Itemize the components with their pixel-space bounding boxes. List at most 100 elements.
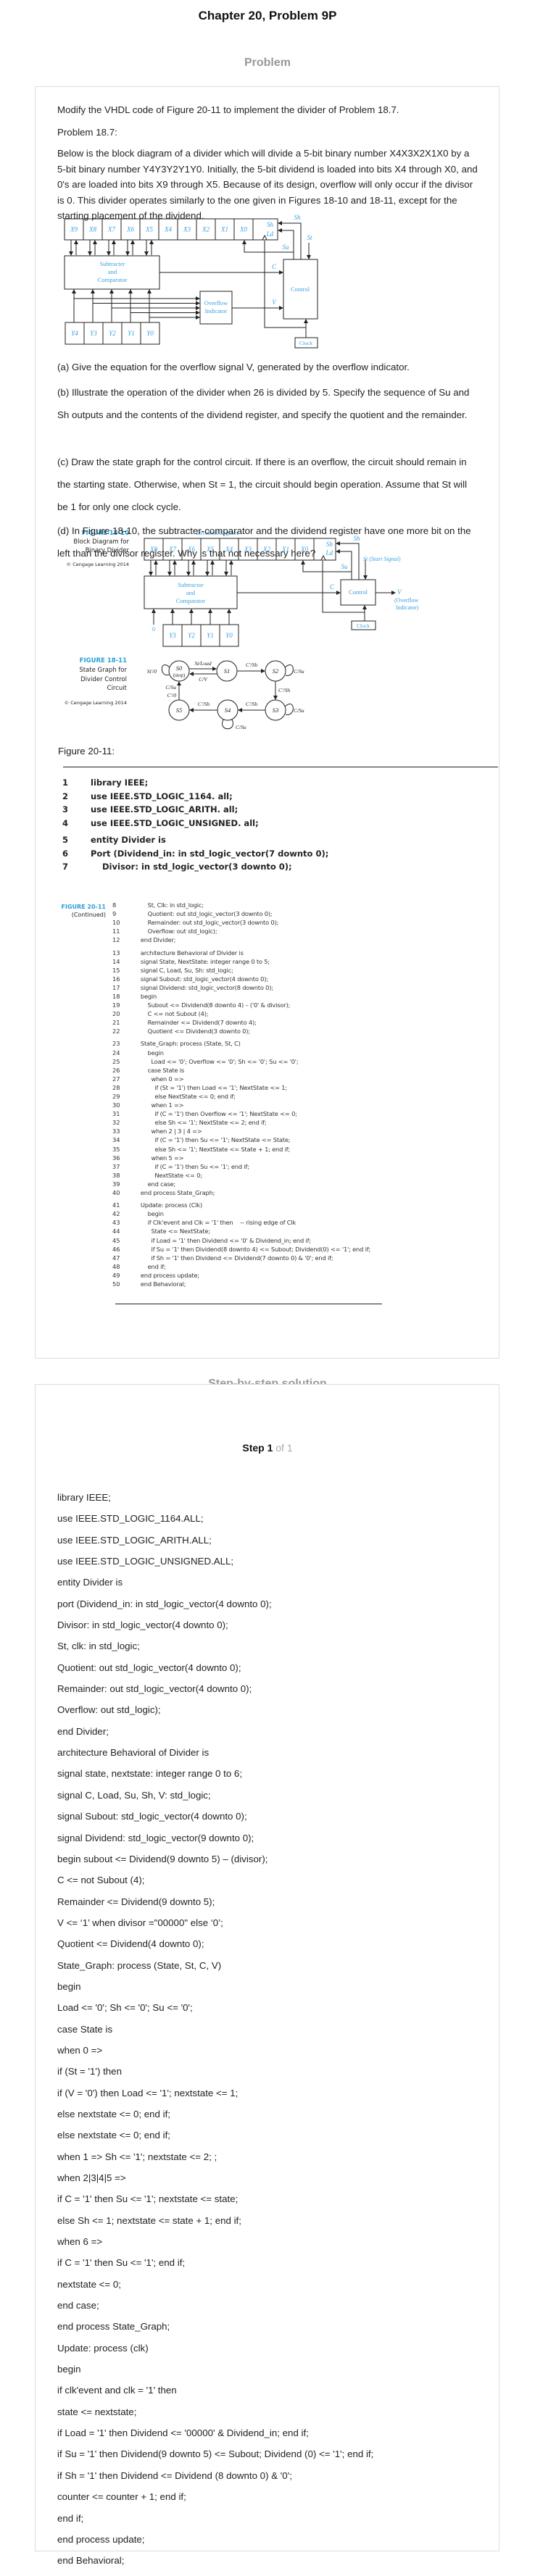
code-line: 16 signal Subout: std_logic_vector(4 dow… <box>112 975 370 983</box>
transition-label: C'/Sh <box>246 662 257 668</box>
control-label: Control <box>349 588 368 596</box>
code-text: Remainder: out std_logic_vector(3 downto… <box>137 919 279 927</box>
solution-line: if (V = '0') then Load <= '1'; nextstate… <box>57 2087 239 2098</box>
code-text: begin <box>137 1049 164 1056</box>
solution-line: port (Dividend_in: in std_logic_vector(4… <box>57 1598 272 1609</box>
code-text: begin <box>137 992 157 1000</box>
solution-line: end if; <box>57 2512 84 2524</box>
code-line: 2 use IEEE.STD_LOGIC_1164. all; <box>58 790 328 804</box>
code-text: NextState <= 0; <box>137 1171 202 1179</box>
code-line: 39 end case; <box>112 1180 370 1188</box>
solution-line: State_Graph: process (State, St, C, V) <box>57 1959 222 1971</box>
solution-line: Divisor: in std_logic_vector(4 downto 0)… <box>57 1620 228 1631</box>
solution-line: Load <= '0'; Sh <= '0'; Su <= '0'; <box>57 2002 193 2014</box>
figure-20-11-caption: FIGURE 20-11 (Continued) <box>61 903 107 919</box>
code-text: else Sh <= '1'; NextState <= State + 1; … <box>137 1145 291 1153</box>
code-line: 40 end process State_Graph; <box>112 1188 370 1197</box>
code-line: 30 when 1 => <box>112 1101 370 1109</box>
dividend-register-label: X4 <box>164 226 172 233</box>
line-number: 24 <box>112 1049 120 1056</box>
part-d: (d) In Figure 18-10, the subtracter-comp… <box>57 525 471 559</box>
self-loop <box>222 719 233 730</box>
caption-line: Circuit <box>107 685 128 692</box>
code-text: Port (Dividend_in: in std_logic_vector(7… <box>91 848 329 859</box>
line-number: 28 <box>112 1083 120 1091</box>
state-label: S0 <box>176 664 183 672</box>
code-text: library IEEE; <box>91 778 149 788</box>
clock-label: Clock <box>299 340 312 346</box>
dividend-register-label: X8 <box>88 226 96 233</box>
line-number: 47 <box>112 1254 120 1262</box>
transition-label: C/Su <box>294 668 304 675</box>
self-loop <box>284 704 294 715</box>
solution-line: if clk'event and clk = '1' then <box>57 2385 177 2396</box>
code-text: signal Subout: std_logic_vector(4 downto… <box>137 975 268 983</box>
line-number: 23 <box>112 1040 120 1048</box>
line-number: 32 <box>112 1119 120 1127</box>
code-line: 50 end Behavioral; <box>112 1280 370 1288</box>
code-line: 36 when 5 => <box>112 1154 370 1162</box>
dividend-register-label: X0 <box>239 226 247 233</box>
caption-continued: (Continued) <box>71 912 106 918</box>
divisor-register-label: Y1 <box>207 632 214 639</box>
line-number: 17 <box>112 983 120 991</box>
solution-line: end Divider; <box>57 1725 109 1737</box>
code-line: 41 Update: process (Clk) <box>112 1201 370 1209</box>
subtracter-label: Subtracter <box>100 260 125 267</box>
code-line: 18 begin <box>112 992 370 1001</box>
line-number: 44 <box>112 1227 120 1235</box>
code-line: 11 Overflow: out std_logic); <box>112 927 370 935</box>
step-of: of 1 <box>275 1442 293 1454</box>
solution-line: end process update; <box>57 2533 145 2545</box>
transition-label: St'/0 <box>147 668 157 675</box>
code-line: 44 State <= NextState; <box>112 1227 370 1235</box>
solution-line: begin <box>57 1980 81 1992</box>
solution-line: signal state, nextstate: integer range 0… <box>57 1768 243 1780</box>
line-number: 10 <box>112 919 120 927</box>
code-line: 21 Remainder <= Dividend(7 downto 4); <box>112 1018 370 1027</box>
code-line: 20 C <= not Subout (4); <box>112 1009 370 1018</box>
divisor-register-label: Y1 <box>128 330 135 337</box>
v-note: Indicator) <box>396 604 419 611</box>
caption-line: State Graph for <box>79 667 127 674</box>
code-line: 23 State_Graph: process (State, St, C) <box>112 1039 370 1048</box>
subtracter-label: and <box>108 268 117 275</box>
code-line: 12 end Divider; <box>112 935 370 944</box>
code-line: 33 when 2 | 3 | 4 => <box>112 1127 370 1135</box>
dividend-register-label: X7 <box>107 226 115 233</box>
sh-signal-label: Sh <box>294 214 302 221</box>
line-number: 39 <box>112 1180 120 1188</box>
solution-line: end Behavioral; <box>57 2555 125 2567</box>
subtractor-label: Comparator <box>176 597 206 604</box>
code-text: if (C = '1') then Su <= '1'; end if; <box>137 1162 249 1170</box>
code-line: 34 if (C = '1') then Su <= '1'; NextStat… <box>112 1135 370 1144</box>
divisor-register-label: Y0 <box>225 632 233 639</box>
state-label: S4 <box>225 706 231 714</box>
part-b: (b) Illustrate the operation of the divi… <box>57 387 470 420</box>
code-text: when 0 => <box>137 1075 184 1083</box>
code-line: 42 begin <box>112 1209 370 1218</box>
solution-line: when 6 => <box>57 2236 103 2248</box>
part-a: (a) Give the equation for the overflow s… <box>57 362 410 372</box>
solution-line: St, clk: in std_logic; <box>57 1641 140 1652</box>
state-label: S2 <box>273 667 279 675</box>
solution-line: begin <box>57 2364 81 2375</box>
figure-20-11-label: Figure 20-11: <box>58 746 115 756</box>
code-text: when 1 => <box>137 1101 184 1109</box>
code-text: signal Dividend: std_logic_vector(8 down… <box>137 983 273 991</box>
divisor-register-label: Y4 <box>71 330 78 337</box>
code-text: end process State_Graph; <box>137 1189 215 1197</box>
code-text: signal State, NextState: integer range 0… <box>137 957 270 965</box>
code-line: 48 end if; <box>112 1262 370 1271</box>
line-number: 14 <box>112 957 120 965</box>
line-number: 49 <box>112 1271 120 1279</box>
solution-line: if Su = '1' then Dividend(9 downto 5) <=… <box>57 2448 374 2460</box>
line-number: 1 <box>62 778 69 788</box>
code-line: 25 Load <= '0'; Overflow <= '0'; Sh <= '… <box>112 1057 370 1066</box>
line-number: 7 <box>62 862 69 872</box>
figure-20-11-code-part1: 1 library IEEE; 2 use IEEE.STD_LOGIC_1164. … <box>58 776 328 874</box>
code-line: 5 entity Divider is <box>58 833 328 847</box>
transition-label: St/Load <box>194 660 212 667</box>
solution-line: Remainder: out std_logic_vector(4 downto… <box>57 1683 252 1695</box>
transition-label: C/V <box>199 676 208 683</box>
